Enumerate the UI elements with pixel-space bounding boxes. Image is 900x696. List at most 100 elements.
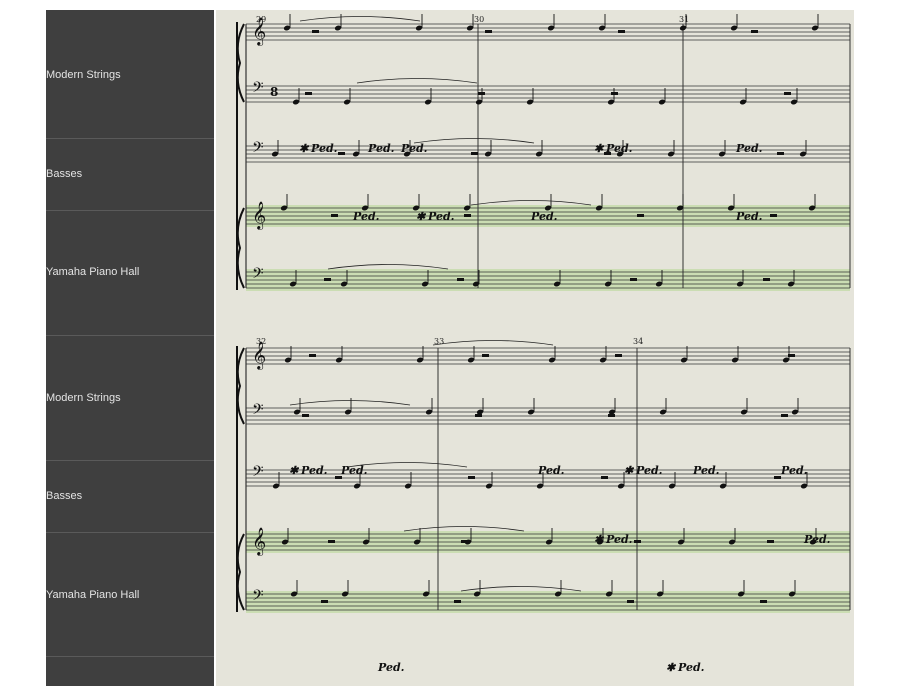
pedal-mark: Ped. bbox=[780, 464, 808, 477]
rest bbox=[763, 278, 770, 281]
rest bbox=[611, 92, 618, 95]
measure-number: 33 bbox=[434, 337, 444, 346]
pedal-mark: Ped. bbox=[605, 142, 633, 155]
pedal-mark: Ped. bbox=[537, 464, 565, 477]
pedal-mark: Ped. bbox=[310, 142, 338, 155]
tie bbox=[327, 264, 449, 270]
pedal-release-mark: ✱ bbox=[624, 464, 635, 477]
rest bbox=[751, 30, 758, 33]
pedal-mark: Ped. bbox=[735, 210, 763, 223]
pedal-mark: Ped. bbox=[635, 464, 663, 477]
pedal-mark: Ped. bbox=[300, 464, 328, 477]
track-header-modern-strings[interactable]: Modern Strings bbox=[46, 335, 214, 461]
pedal-mark: Ped. bbox=[427, 210, 455, 223]
tie bbox=[299, 16, 421, 22]
tie bbox=[403, 526, 525, 532]
bass-clef: 𝄢 bbox=[252, 463, 264, 484]
track-name: Basses bbox=[46, 168, 83, 180]
rest bbox=[328, 540, 335, 543]
tie bbox=[470, 200, 592, 206]
pedal-mark: Ped. bbox=[340, 464, 368, 477]
rest bbox=[615, 354, 622, 357]
tie bbox=[460, 586, 582, 592]
bass-clef: 𝄢 bbox=[252, 79, 264, 100]
measure-number: 29 bbox=[256, 15, 266, 24]
rest bbox=[634, 540, 641, 543]
rest bbox=[302, 414, 309, 417]
rest bbox=[461, 540, 468, 543]
rest bbox=[324, 278, 331, 281]
treble-clef: 𝄞 bbox=[252, 527, 266, 556]
track-name: Yamaha Piano Hall bbox=[46, 266, 140, 278]
rest bbox=[637, 214, 644, 217]
pedal-mark: Ped. bbox=[367, 142, 395, 155]
rest bbox=[781, 414, 788, 417]
rest bbox=[767, 540, 774, 543]
staff-brace bbox=[236, 23, 245, 103]
score-view[interactable]: 𝄞 𝄢 𝄢 𝄞 𝄢 8 𝄞 𝄢 𝄢 𝄞 𝄢 ✱ Ped. Ped. Ped. ✱ Ped. Ped. Ped. ✱ P… bbox=[216, 10, 854, 686]
rest bbox=[475, 414, 482, 417]
measure-number: 32 bbox=[256, 337, 266, 346]
tie bbox=[432, 340, 554, 346]
rest bbox=[312, 30, 319, 33]
rest bbox=[471, 152, 478, 155]
pedal-release-mark: ✱ bbox=[594, 142, 605, 155]
track-header-yamaha-piano-hall[interactable]: Yamaha Piano Hall bbox=[46, 532, 214, 657]
rest bbox=[468, 476, 475, 479]
rest bbox=[454, 600, 461, 603]
tie bbox=[413, 138, 535, 144]
pedal-release-mark: ✱ bbox=[666, 661, 677, 674]
staff-brace bbox=[236, 207, 245, 289]
rest bbox=[309, 354, 316, 357]
rest bbox=[774, 476, 781, 479]
rest bbox=[321, 600, 328, 603]
measure-number: 34 bbox=[633, 337, 643, 346]
tie bbox=[289, 400, 411, 406]
rest bbox=[464, 214, 471, 217]
track-list-sidebar: Modern Strings Basses Yamaha Piano Hall … bbox=[46, 10, 214, 686]
rest bbox=[485, 30, 492, 33]
pedal-release-mark: ✱ bbox=[299, 142, 310, 155]
rest bbox=[478, 92, 485, 95]
rest bbox=[482, 354, 489, 357]
staff-brace bbox=[236, 533, 245, 611]
pedal-mark: Ped. bbox=[352, 210, 380, 223]
pedal-mark: Ped. bbox=[692, 464, 720, 477]
rest bbox=[630, 278, 637, 281]
pedal-mark: Ped. bbox=[400, 142, 428, 155]
bass-clef: 𝄢 bbox=[252, 265, 264, 286]
rest bbox=[601, 476, 608, 479]
pedal-mark: Ped. bbox=[803, 533, 831, 546]
track-header-basses[interactable]: Basses bbox=[46, 460, 214, 533]
track-name: Modern Strings bbox=[46, 69, 121, 81]
rest bbox=[627, 600, 634, 603]
bass-clef: 𝄢 bbox=[252, 587, 264, 608]
staff-brace bbox=[236, 347, 245, 425]
measure-number: 31 bbox=[679, 15, 689, 24]
pedal-mark: Ped. bbox=[377, 661, 405, 674]
pedal-mark: Ped. bbox=[530, 210, 558, 223]
tie bbox=[356, 78, 478, 84]
score-canvas[interactable]: 𝄞𝄢𝄢𝄞𝄢8𝄞𝄢𝄢𝄞𝄢 ✱ Ped. Ped. Ped. ✱ Ped. Ped.Ped. ✱ P… bbox=[216, 10, 854, 686]
track-header-basses[interactable]: Basses bbox=[46, 138, 214, 211]
track-name: Modern Strings bbox=[46, 392, 121, 404]
track-header-modern-strings[interactable]: Modern Strings bbox=[46, 10, 214, 139]
bass-clef: 𝄢 bbox=[252, 139, 264, 160]
rest bbox=[777, 152, 784, 155]
pedal-mark: Ped. bbox=[677, 661, 705, 674]
track-name: Basses bbox=[46, 490, 83, 502]
rest bbox=[457, 278, 464, 281]
rest bbox=[788, 354, 795, 357]
rest bbox=[338, 152, 345, 155]
rest bbox=[760, 600, 767, 603]
measure-number: 30 bbox=[474, 15, 484, 24]
time-signature: 8 bbox=[270, 85, 278, 99]
pedal-mark: Ped. bbox=[605, 533, 633, 546]
track-name: Yamaha Piano Hall bbox=[46, 589, 140, 601]
rest bbox=[331, 214, 338, 217]
rest bbox=[784, 92, 791, 95]
treble-clef: 𝄞 bbox=[252, 201, 266, 230]
rest bbox=[770, 214, 777, 217]
rest bbox=[305, 92, 312, 95]
track-header-yamaha-piano-hall[interactable]: Yamaha Piano Hall bbox=[46, 210, 214, 336]
